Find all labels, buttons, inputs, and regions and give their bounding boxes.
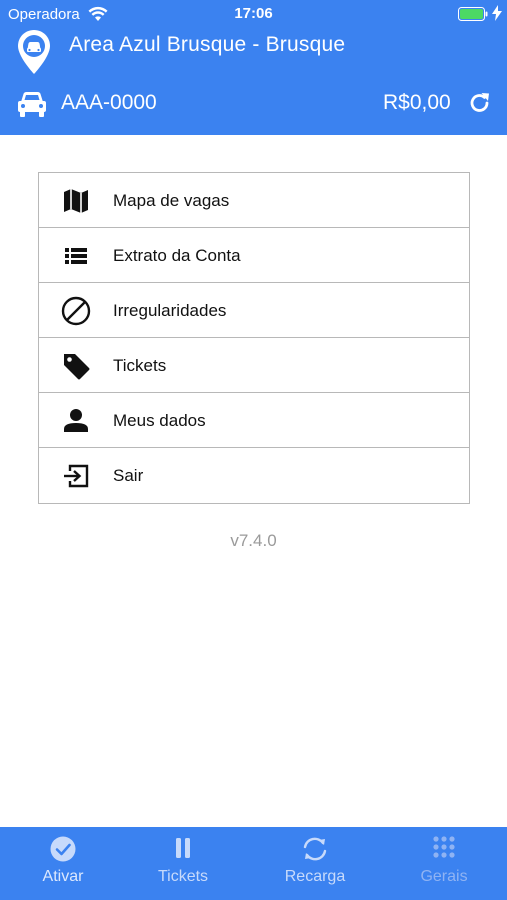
app-version: v7.4.0 bbox=[230, 531, 277, 550]
menu-item-irregularities[interactable]: Irregularidades bbox=[39, 283, 469, 338]
app-header: Operadora 17:06 Area Azul Brusque - Brus… bbox=[0, 0, 507, 135]
tab-label: Gerais bbox=[420, 868, 468, 885]
person-icon bbox=[64, 409, 88, 432]
menu-item-map[interactable]: Mapa de vagas bbox=[39, 173, 469, 228]
pause-icon bbox=[176, 838, 190, 858]
location-pin-icon bbox=[18, 30, 50, 74]
map-icon bbox=[64, 189, 88, 213]
menu-item-label: Irregularidades bbox=[113, 301, 227, 320]
tab-label: Recarga bbox=[284, 868, 346, 885]
page-title: Area Azul Brusque - Brusque bbox=[69, 33, 346, 56]
status-bar: Operadora 17:06 bbox=[0, 0, 507, 28]
prohibited-icon bbox=[61, 296, 91, 326]
tab-label: Tickets bbox=[157, 868, 209, 885]
grid-icon bbox=[433, 836, 455, 858]
clock: 17:06 bbox=[234, 5, 273, 22]
battery-icon bbox=[458, 7, 488, 21]
refresh-icon[interactable] bbox=[468, 91, 492, 115]
menu-item-label: Tickets bbox=[113, 356, 167, 375]
tab-tickets[interactable]: Tickets bbox=[120, 827, 246, 900]
tab-label: Ativar bbox=[42, 868, 84, 885]
main-menu: Mapa de vagas Extrato da Conta Irregular… bbox=[38, 172, 470, 504]
car-icon bbox=[18, 92, 46, 117]
account-balance: R$0,00 bbox=[383, 91, 451, 114]
exit-icon bbox=[64, 464, 89, 488]
tab-general[interactable]: Gerais bbox=[381, 827, 507, 900]
menu-item-label: Sair bbox=[113, 466, 144, 485]
refresh-icon bbox=[303, 837, 327, 861]
vehicle-plate[interactable]: AAA-0000 bbox=[61, 91, 157, 115]
menu-item-logout[interactable]: Sair bbox=[39, 448, 469, 503]
menu-item-label: Mapa de vagas bbox=[113, 191, 230, 210]
charging-icon bbox=[492, 5, 502, 21]
menu-item-tickets[interactable]: Tickets bbox=[39, 338, 469, 393]
menu-item-label: Extrato da Conta bbox=[113, 246, 241, 265]
menu-item-my-data[interactable]: Meus dados bbox=[39, 393, 469, 448]
tab-bar: Ativar Tickets Recarga Gerais bbox=[0, 827, 507, 900]
menu-item-label: Meus dados bbox=[113, 411, 206, 430]
tab-activate[interactable]: Ativar bbox=[0, 827, 126, 900]
tab-recharge[interactable]: Recarga bbox=[252, 827, 378, 900]
tag-icon bbox=[64, 354, 90, 380]
menu-item-statement[interactable]: Extrato da Conta bbox=[39, 228, 469, 283]
list-icon bbox=[65, 248, 87, 264]
check-circle-icon bbox=[50, 836, 76, 862]
